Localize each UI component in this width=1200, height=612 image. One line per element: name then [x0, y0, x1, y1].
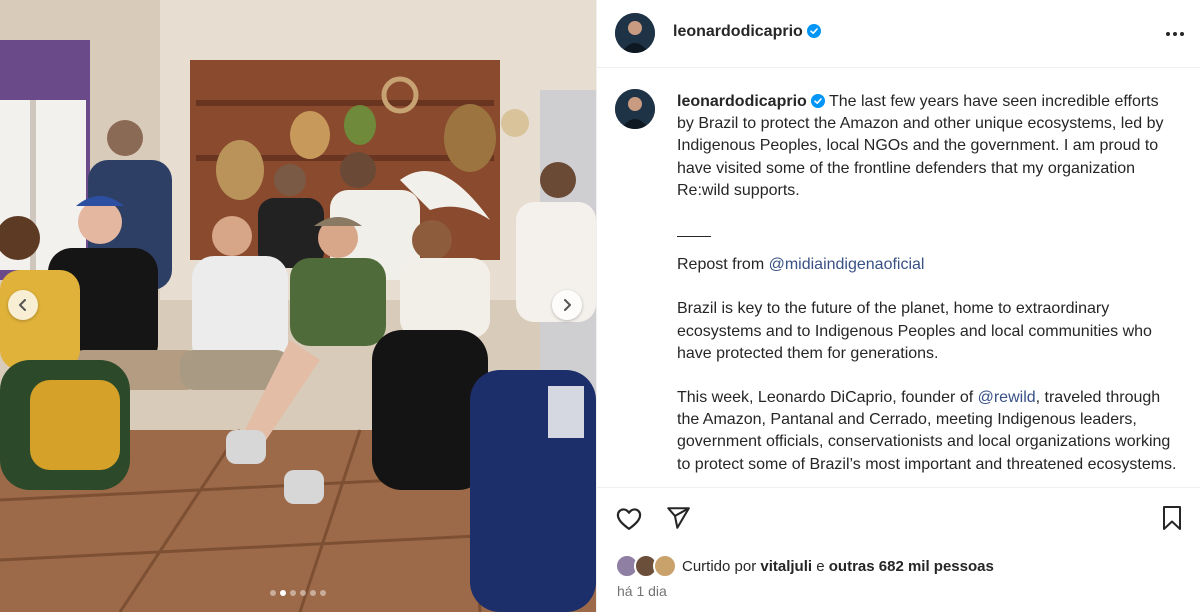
- caption-paragraph: Brazil is key to the future of the plane…: [677, 300, 1152, 362]
- username-text: leonardodicaprio: [677, 93, 807, 110]
- likes-summary: Curtido por vitaljuli e outras 682 mil p…: [615, 554, 994, 578]
- author-username[interactable]: leonardodicaprio: [673, 23, 821, 41]
- post-timestamp[interactable]: há 1 dia: [617, 583, 667, 599]
- caption-paragraph: This week, Leonardo DiCaprio, founder of…: [677, 387, 1177, 476]
- more-options-button[interactable]: [1163, 22, 1187, 46]
- carousel-dot: [320, 590, 326, 596]
- carousel-prev-button[interactable]: [8, 290, 38, 320]
- repost-prefix: Repost from: [677, 256, 769, 274]
- post-photo: [0, 0, 596, 612]
- repost-line: Repost from @midiaindigenaoficial: [677, 254, 1177, 276]
- more-options-icon-dot: [1180, 32, 1184, 36]
- author-avatar[interactable]: [615, 13, 655, 53]
- caption-separator: [677, 236, 711, 238]
- carousel-dot: [310, 590, 316, 596]
- send-icon: [667, 507, 690, 529]
- share-button[interactable]: [665, 505, 691, 536]
- post-media[interactable]: [0, 0, 596, 612]
- chevron-left-icon: [19, 299, 26, 311]
- repost-mention-link[interactable]: @midiaindigenaoficial: [769, 256, 925, 273]
- liked-by-user-link[interactable]: vitaljuli: [760, 558, 812, 575]
- username-text: leonardodicaprio: [673, 23, 803, 40]
- liker-avatar[interactable]: [653, 554, 677, 578]
- post-sidebar: leonardodicaprio leonardodicaprio The la…: [596, 0, 1200, 612]
- save-button[interactable]: [1160, 505, 1184, 536]
- caption-author-avatar[interactable]: [615, 89, 655, 129]
- chevron-right-icon: [564, 299, 571, 311]
- post-header: leonardodicaprio: [597, 0, 1200, 68]
- verified-badge-icon: [806, 24, 821, 38]
- carousel-dot: [290, 590, 296, 596]
- caption-paragraph: leonardodicaprio The last few years have…: [677, 91, 1177, 202]
- caption-text: This week, Leonardo DiCaprio, founder of: [677, 389, 978, 407]
- post-caption: leonardodicaprio The last few years have…: [677, 91, 1177, 476]
- rewild-mention-link[interactable]: @rewild: [978, 389, 1036, 406]
- caption-username[interactable]: leonardodicaprio: [677, 93, 825, 110]
- post-actions: Curtido por vitaljuli e outras 682 mil p…: [597, 487, 1200, 612]
- carousel-indicator: [0, 590, 596, 596]
- liked-by-prefix: Curtido por: [682, 557, 761, 575]
- comments-section: leonardodicaprio The last few years have…: [597, 69, 1200, 487]
- bookmark-icon: [1163, 506, 1181, 530]
- liked-by-others-link[interactable]: outras 682 mil pessoas: [829, 558, 994, 575]
- carousel-next-button[interactable]: [552, 290, 582, 320]
- verified-badge-icon: [810, 94, 825, 108]
- liked-by-text: Curtido por vitaljuli e outras 682 mil p…: [682, 558, 994, 575]
- more-options-icon: [1166, 32, 1170, 36]
- like-button[interactable]: [615, 505, 643, 538]
- carousel-dot: [280, 590, 286, 596]
- heart-icon: [616, 508, 642, 531]
- carousel-dot: [270, 590, 276, 596]
- more-options-icon-dot: [1173, 32, 1177, 36]
- avatar-image: [615, 89, 655, 129]
- liker-avatars: [615, 554, 679, 578]
- carousel-dot: [300, 590, 306, 596]
- avatar-image: [615, 13, 655, 53]
- liked-by-connector: e: [812, 557, 829, 575]
